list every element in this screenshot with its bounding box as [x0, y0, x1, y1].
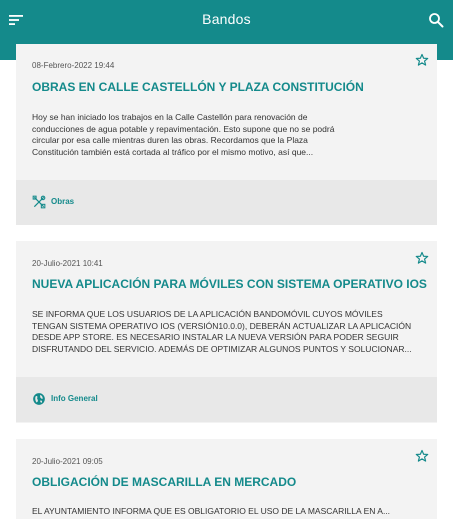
bando-card[interactable]: 20-Julio-2021 09:05 OBLIGACIÓN DE MASCAR…	[16, 439, 437, 519]
globe-icon	[33, 393, 45, 405]
card-date: 20-Julio-2021 10:41	[32, 259, 103, 268]
tools-icon	[32, 195, 46, 209]
star-icon[interactable]	[415, 449, 429, 463]
card-text-line: TENGAN SISTEMA OPERATIVO IOS (VERSIÓN10.…	[32, 320, 412, 331]
card-text-line: conducciones de agua potable y repavimen…	[32, 123, 335, 134]
card-footer: Info General	[16, 377, 437, 422]
card-text-line: DISFRUTANDO DEL SERVICIO. ADEMÁS DE OPTI…	[32, 343, 412, 354]
star-icon[interactable]	[415, 251, 429, 265]
card-text-line: Constitución también está cortada al trá…	[32, 146, 314, 157]
card-footer: Obras	[16, 180, 437, 225]
category-label[interactable]: Obras	[51, 197, 74, 206]
card-title[interactable]: OBLIGACIÓN DE MASCARILLA EN MERCADO	[32, 475, 421, 489]
bando-card[interactable]: 08-Febrero-2022 19:44 OBRAS EN CALLE CAS…	[16, 44, 437, 225]
app-bar: Bandos	[0, 0, 453, 44]
card-text: SE INFORMA QUE LOS USUARIOS DE LA APLICA…	[32, 309, 421, 355]
category-label[interactable]: Info General	[51, 394, 98, 403]
card-date: 08-Febrero-2022 19:44	[32, 61, 115, 70]
card-text-line: SE INFORMA QUE LOS USUARIOS DE LA APLICA…	[32, 309, 383, 319]
card-text: Hoy se han iniciado los trabajos en la C…	[32, 112, 421, 158]
card-title[interactable]: OBRAS EN CALLE CASTELLÓN Y PLAZA CONSTIT…	[32, 80, 421, 94]
card-text-line: circular por esa calle mientras duren la…	[32, 135, 308, 145]
card-text-line: Hoy se han iniciado los trabajos en la C…	[32, 112, 308, 122]
star-icon[interactable]	[415, 53, 429, 67]
page-title: Bandos	[202, 11, 251, 27]
card-date: 20-Julio-2021 09:05	[32, 457, 103, 466]
card-title[interactable]: NUEVA APLICACIÓN PARA MÓVILES CON SISTEM…	[32, 277, 427, 291]
search-icon[interactable]	[427, 11, 445, 29]
card-text-line: DESDE APP STORE. ES NECESARIO INSTALAR L…	[32, 332, 399, 342]
bando-card[interactable]: 20-Julio-2021 10:41 NUEVA APLICACIÓN PAR…	[16, 241, 437, 423]
